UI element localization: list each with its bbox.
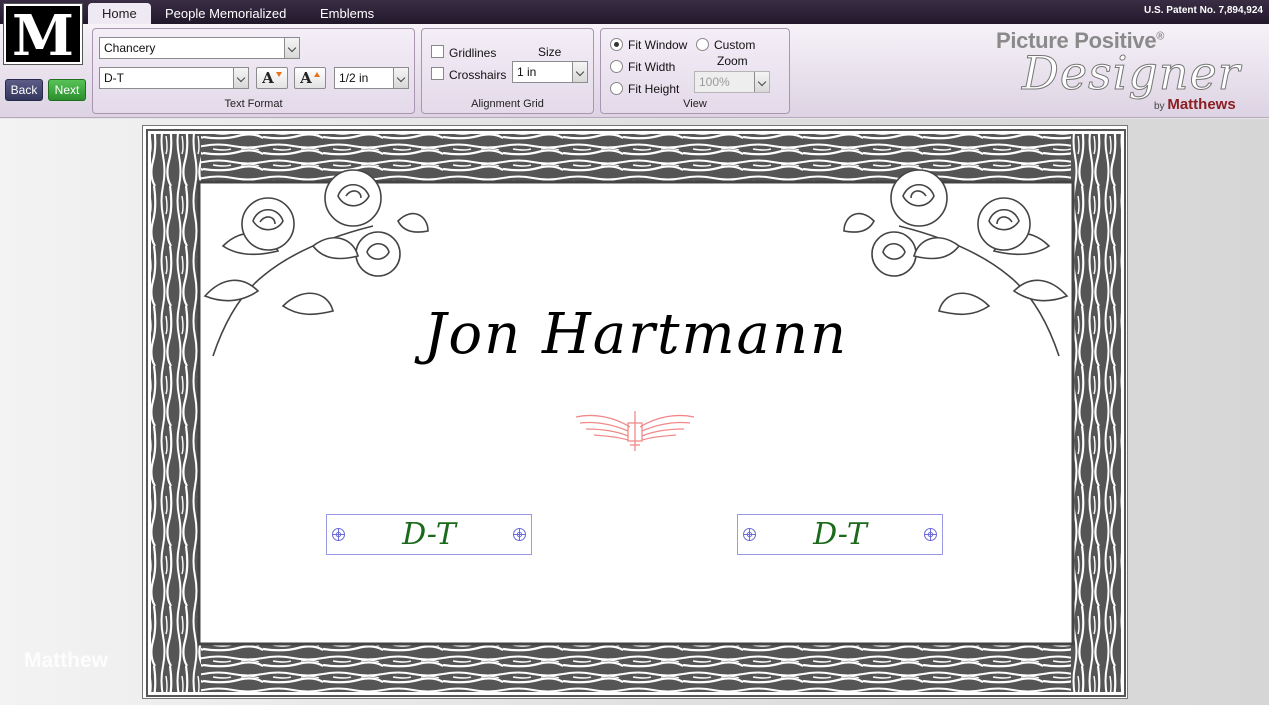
back-button[interactable]: Back <box>5 79 43 101</box>
crosshairs-checkbox[interactable] <box>431 67 444 80</box>
chevron-down-icon[interactable] <box>393 68 408 88</box>
custom-label: Custom <box>714 38 756 52</box>
font-select[interactable]: Chancery <box>99 37 300 59</box>
patent-notice: U.S. Patent No. 7,894,924 <box>1144 5 1263 16</box>
grid-size-label: Size <box>538 45 562 59</box>
text-format-group: Chancery D-T A A 1/2 in Text Format <box>92 28 415 114</box>
tab-people-memorialized[interactable]: People Memorialized <box>165 3 286 24</box>
zoom-label: Zoom <box>717 54 748 68</box>
chevron-down-icon[interactable] <box>284 38 299 58</box>
decrease-arrow-icon <box>276 72 282 77</box>
matthews-watermark: Matthew <box>24 649 108 672</box>
right-dates-text: D-T <box>813 517 867 552</box>
matthews-logo: M <box>3 3 83 66</box>
brand-by-matthews: by Matthews <box>1154 96 1236 113</box>
font-select-value: Chancery <box>104 41 156 55</box>
text-size-select[interactable]: 1/2 in <box>334 67 409 89</box>
fit-window-label: Fit Window <box>628 38 688 52</box>
fit-width-label: Fit Width <box>628 60 676 74</box>
winged-emblem-icon[interactable] <box>574 409 696 453</box>
text-element-value: D-T <box>104 71 124 85</box>
text-format-label: Text Format <box>224 98 283 110</box>
left-dates-text: D-T <box>402 517 456 552</box>
chevron-down-icon[interactable] <box>572 62 587 82</box>
registered-mark: ® <box>1156 30 1165 43</box>
move-handle-icon[interactable] <box>923 527 938 542</box>
zoom-select[interactable]: 100% <box>694 71 770 93</box>
tab-emblems[interactable]: Emblems <box>320 3 374 24</box>
view-label: View <box>683 98 707 110</box>
decrease-font-button[interactable]: A <box>256 67 288 89</box>
grid-size-select[interactable]: 1 in <box>512 61 588 83</box>
right-dates-box[interactable]: D-T <box>737 514 943 555</box>
fit-window-radio[interactable] <box>610 38 623 51</box>
alignment-grid-group: Gridlines Crosshairs Size 1 in Alignment… <box>421 28 594 114</box>
view-group: Fit Window Fit Width Fit Height Custom Z… <box>600 28 790 114</box>
brand-designer: Designer <box>1022 46 1241 101</box>
custom-zoom-radio[interactable] <box>696 38 709 51</box>
move-handle-icon[interactable] <box>512 527 527 542</box>
brand-company: Matthews <box>1167 96 1236 113</box>
zoom-value: 100% <box>699 75 730 89</box>
gridlines-checkbox[interactable] <box>431 45 444 58</box>
fit-height-label: Fit Height <box>628 82 680 96</box>
crosshairs-label: Crosshairs <box>449 68 507 82</box>
grid-size-value: 1 in <box>517 65 537 79</box>
next-button[interactable]: Next <box>48 79 86 101</box>
text-size-value: 1/2 in <box>339 71 369 85</box>
font-a-icon: A <box>262 69 274 87</box>
tab-home[interactable]: Home <box>88 3 151 24</box>
fit-height-radio[interactable] <box>610 82 623 95</box>
chevron-down-icon[interactable] <box>754 72 769 92</box>
fit-width-radio[interactable] <box>610 60 623 73</box>
increase-arrow-icon <box>314 72 320 77</box>
brand-by: by <box>1154 101 1165 112</box>
alignment-grid-label: Alignment Grid <box>471 98 544 110</box>
chevron-down-icon[interactable] <box>233 68 248 88</box>
text-element-select[interactable]: D-T <box>99 67 249 89</box>
font-a-icon: A <box>300 69 312 87</box>
increase-font-button[interactable]: A <box>294 67 326 89</box>
gridlines-label: Gridlines <box>449 46 497 60</box>
left-dates-box[interactable]: D-T <box>326 514 532 555</box>
memorial-name-text[interactable]: Jon Hartmann <box>143 302 1129 367</box>
